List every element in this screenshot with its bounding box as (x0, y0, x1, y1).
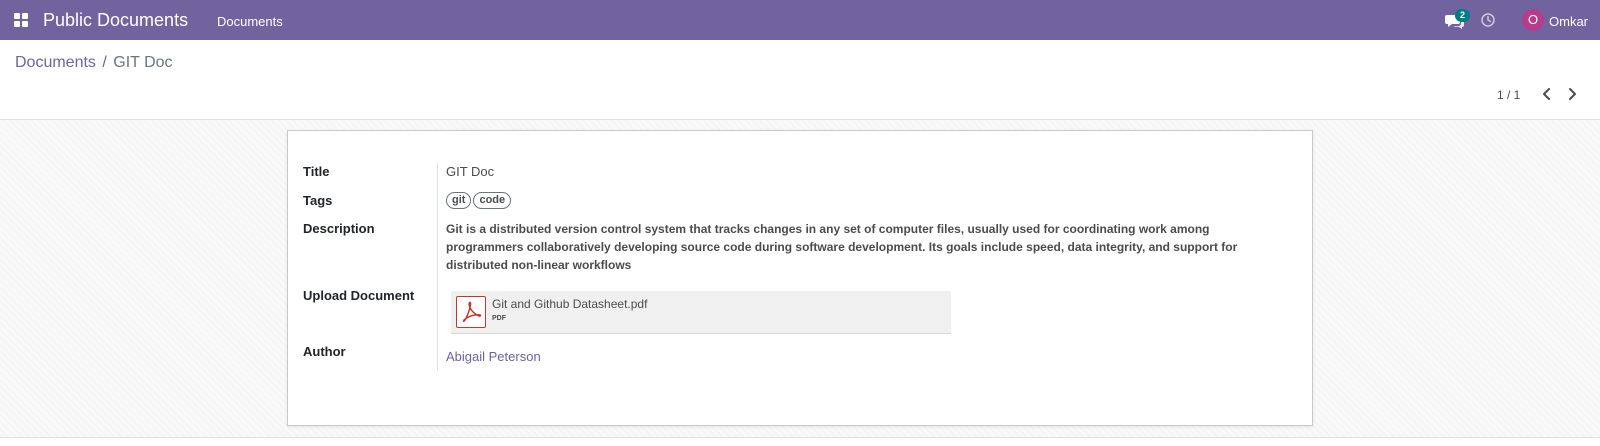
user-name[interactable]: Omkar (1549, 14, 1588, 29)
author-field[interactable]: Abigail Peterson (446, 349, 541, 364)
clock-icon[interactable] (1481, 13, 1495, 27)
pager-next-icon[interactable] (1563, 84, 1581, 104)
menu-documents[interactable]: Documents (217, 14, 283, 29)
tags-label: Tags (303, 193, 333, 208)
tag-code[interactable]: code (473, 192, 512, 209)
breadcrumb-current: GIT Doc (113, 54, 173, 71)
user-avatar[interactable]: O (1522, 9, 1544, 31)
title-label: Title (303, 164, 330, 179)
title-field[interactable]: GIT Doc (446, 164, 494, 179)
field-divider (437, 163, 438, 371)
upload-document-label: Upload Document (303, 288, 415, 303)
pager-value[interactable]: 1 / 1 (1497, 88, 1520, 102)
tag-git[interactable]: git (446, 192, 472, 209)
chat-count-badge: 2 (1455, 9, 1470, 22)
breadcrumb-documents-link[interactable]: Documents (15, 54, 96, 71)
breadcrumb: Documents / GIT Doc (15, 54, 173, 72)
attachment-type: PDF (492, 315, 506, 322)
tags-field[interactable]: git code (446, 192, 512, 209)
author-label: Author (303, 344, 346, 359)
attachment-name[interactable]: Git and Github Datasheet.pdf (492, 297, 647, 311)
breadcrumb-separator: / (102, 54, 107, 71)
attachment-card[interactable]: Git and Github Datasheet.pdf PDF (451, 291, 951, 334)
control-panel: Documents / GIT Doc 1 / 1 (0, 40, 1600, 120)
top-navbar: Public Documents Documents 2 O Omkar (0, 0, 1600, 40)
apps-menu-icon[interactable] (14, 13, 28, 27)
description-field[interactable]: Git is a distributed version control sys… (446, 220, 1246, 274)
pdf-file-icon (456, 296, 486, 328)
app-brand[interactable]: Public Documents (43, 10, 188, 31)
form-view-background: Title GIT Doc Tags git code Description … (0, 120, 1600, 438)
form-sheet: Title GIT Doc Tags git code Description … (287, 130, 1313, 426)
pager-previous-icon[interactable] (1538, 84, 1556, 104)
description-label: Description (303, 221, 375, 236)
